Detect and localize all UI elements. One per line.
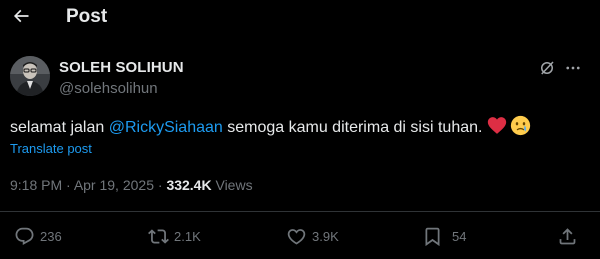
post-time[interactable]: 9:18 PM [10,177,62,193]
grok-icon [541,61,554,75]
views-label: Views [215,177,253,193]
red-heart-icon [487,116,507,140]
repost-count: 2.1K [174,228,201,244]
like-count: 3.9K [312,228,339,244]
translate-link[interactable]: Translate post [10,141,92,156]
mention-link[interactable]: @RickySiahaan [109,119,223,137]
more-horizontal-icon [566,66,580,70]
bookmark-icon [425,227,440,246]
tweet-text-start: selamat jalan [10,119,109,136]
bookmark-button[interactable]: 54 [422,225,466,247]
reply-button[interactable]: 236 [14,225,62,247]
meta-separator: · [62,177,74,193]
crying-face-icon [510,115,531,141]
reply-count: 236 [40,228,62,244]
heart-icon [287,228,306,245]
repost-button[interactable]: 2.1K [148,225,201,247]
top-bar: Post [0,0,600,36]
page-title: Post [66,6,108,27]
repost-icon [148,228,169,244]
avatar-image [10,56,50,96]
divider [0,211,600,212]
author-name[interactable]: SOLEH SOLIHUN [59,59,184,76]
arrow-left-icon [13,9,29,23]
back-button[interactable] [8,3,34,29]
reply-icon [15,227,34,245]
share-icon [559,227,576,244]
more-options-button[interactable] [563,58,583,78]
tweet-text: selamat jalan @RickySiahaan semoga kamu … [10,115,531,141]
grok-button[interactable] [537,58,557,78]
post-date[interactable]: Apr 19, 2025 [74,177,154,193]
like-button[interactable]: 3.9K [286,225,339,247]
tweet-meta: 9:18 PM · Apr 19, 2025 · 332.4K Views [10,177,253,193]
author-handle[interactable]: @solehsolihun [59,80,158,97]
bookmark-count: 54 [452,228,467,244]
tweet-text-end: semoga kamu diterima di sisi tuhan. [222,119,483,136]
avatar[interactable] [10,56,50,96]
meta-separator-2: · [153,177,167,193]
share-button[interactable] [557,225,578,247]
views-count: 332.4K [166,177,212,193]
